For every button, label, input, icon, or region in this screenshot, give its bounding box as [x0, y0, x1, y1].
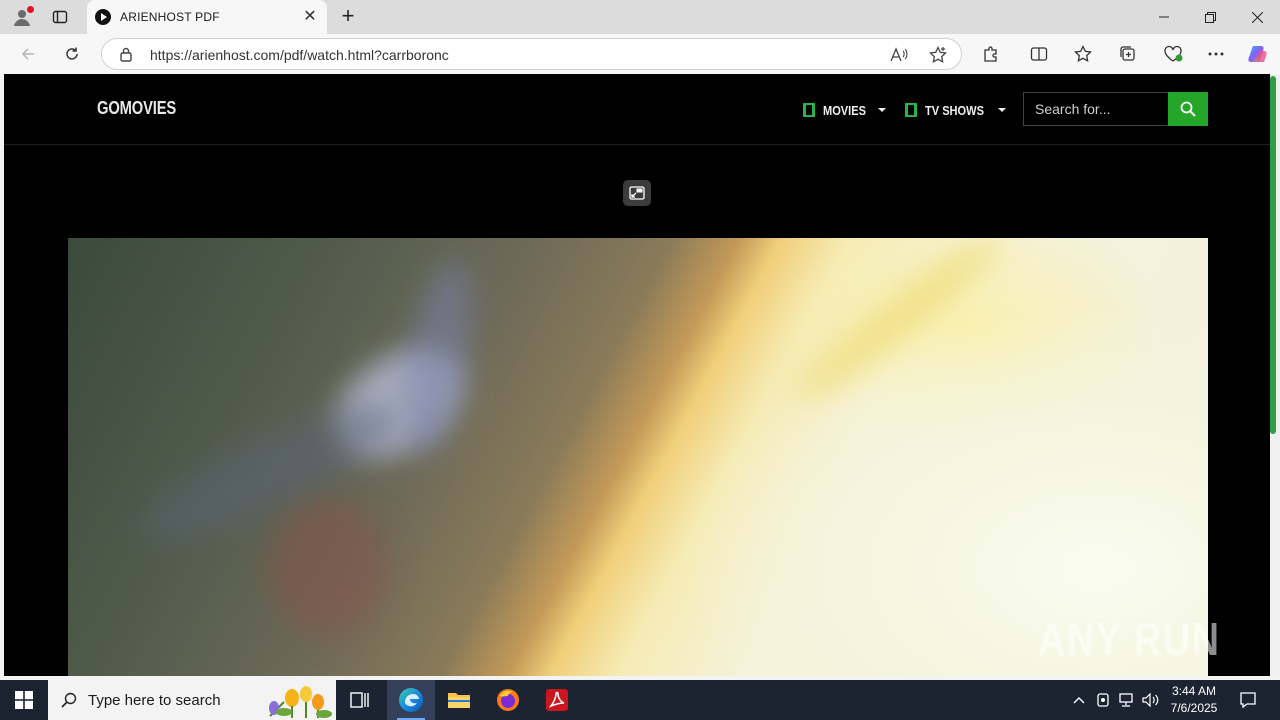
- nav-movies-label: MOVIES: [823, 102, 866, 118]
- profile-button[interactable]: [8, 4, 36, 30]
- new-tab-button[interactable]: +: [336, 5, 360, 29]
- clock-date: 7/6/2025: [1170, 701, 1218, 715]
- tray-device-icon[interactable]: [1093, 690, 1113, 710]
- notification-center-button[interactable]: [1236, 688, 1260, 712]
- read-aloud-icon[interactable]: [887, 43, 911, 67]
- heart-pulse-icon: [1164, 45, 1183, 62]
- site-header: GOMOVIES MOVIES TV SHOWS: [4, 74, 1270, 145]
- back-button[interactable]: [13, 39, 43, 69]
- split-screen-icon: [1030, 47, 1048, 61]
- fullscreen-toggle-button[interactable]: [623, 180, 651, 206]
- search-icon: [1180, 101, 1196, 117]
- flowers-highlight-icon: [269, 686, 332, 718]
- caret-down-icon: [877, 108, 886, 112]
- anyrun-watermark: ANY RUN: [1038, 613, 1221, 665]
- folder-icon: [448, 693, 470, 708]
- taskbar-edge[interactable]: [387, 680, 435, 720]
- favorites-star-icon: [1074, 45, 1092, 63]
- favorites-button[interactable]: [1068, 39, 1098, 69]
- minimize-icon: [1159, 16, 1169, 18]
- site-search-button[interactable]: [1168, 92, 1208, 126]
- search-icon: [61, 692, 77, 708]
- site-logo[interactable]: GOMOVIES: [97, 98, 176, 119]
- scrollbar-thumb[interactable]: [1270, 76, 1276, 434]
- close-window-button[interactable]: [1234, 0, 1280, 34]
- tab-actions-button[interactable]: [46, 4, 74, 30]
- caret-down-icon: [998, 108, 1007, 112]
- browser-toolbar: https://arienhost.com/pdf/watch.html?car…: [0, 34, 1280, 74]
- refresh-button[interactable]: [57, 39, 87, 69]
- back-arrow-icon: [21, 48, 34, 60]
- task-view-button[interactable]: [336, 680, 384, 720]
- restore-icon: [1204, 11, 1216, 23]
- firefox-icon: [497, 689, 519, 711]
- collections-button[interactable]: [1113, 39, 1143, 69]
- extensions-button[interactable]: [976, 39, 1006, 69]
- tab-strip: ARIENHOST PDF ✕ +: [0, 0, 1280, 34]
- puzzle-icon: [984, 46, 997, 62]
- site-search-input[interactable]: [1023, 92, 1169, 126]
- tab-close-icon[interactable]: ✕: [301, 8, 319, 26]
- address-bar[interactable]: https://arienhost.com/pdf/watch.html?car…: [101, 38, 962, 70]
- windows-taskbar: Type here to search 3:44 AM 7/6/2025: [0, 680, 1280, 720]
- tab-title: ARIENHOST PDF: [120, 10, 220, 24]
- video-player[interactable]: [68, 238, 1208, 676]
- task-view-icon: [350, 692, 369, 708]
- acrobat-icon: [546, 689, 568, 711]
- favorite-star-icon[interactable]: [926, 43, 950, 67]
- start-button[interactable]: [0, 680, 48, 720]
- restore-button[interactable]: [1187, 0, 1233, 34]
- taskbar-firefox[interactable]: [484, 680, 532, 720]
- taskbar-search-box[interactable]: Type here to search: [48, 680, 336, 720]
- film-icon: [803, 103, 815, 117]
- taskbar-acrobat[interactable]: [533, 680, 581, 720]
- refresh-icon: [66, 47, 78, 60]
- video-blur-shape: [783, 238, 1013, 414]
- edge-icon: [399, 688, 423, 712]
- notification-icon: [1240, 692, 1256, 709]
- tray-overflow-chevron-icon[interactable]: [1069, 690, 1089, 710]
- windows-logo-icon: [15, 691, 33, 709]
- tab-actions-icon: [52, 10, 68, 24]
- nav-movies[interactable]: MOVIES: [803, 100, 886, 120]
- lock-icon[interactable]: [119, 46, 133, 62]
- taskbar-search-placeholder: Type here to search: [88, 692, 221, 709]
- close-icon: [1251, 11, 1263, 23]
- taskbar-file-explorer[interactable]: [435, 680, 483, 720]
- film-icon: [905, 103, 917, 117]
- notification-dot: [27, 6, 34, 13]
- active-tab[interactable]: ARIENHOST PDF ✕: [87, 0, 327, 34]
- copilot-icon: [1248, 46, 1267, 62]
- page-content: GOMOVIES MOVIES TV SHOWS ANY RUN: [4, 74, 1270, 676]
- browser-essentials-button[interactable]: [1158, 39, 1188, 69]
- nav-tv-shows-label: TV SHOWS: [925, 102, 984, 118]
- url-text[interactable]: https://arienhost.com/pdf/watch.html?car…: [150, 47, 449, 63]
- video-blur-shape: [268, 498, 388, 638]
- split-screen-button[interactable]: [1024, 39, 1054, 69]
- play-favicon-icon: [95, 9, 111, 25]
- nav-tv-shows[interactable]: TV SHOWS: [905, 100, 1007, 120]
- more-dots-icon: [1208, 52, 1224, 56]
- clock-time: 3:44 AM: [1171, 684, 1217, 698]
- collections-icon: [1120, 46, 1135, 61]
- tray-volume-icon[interactable]: [1141, 690, 1161, 710]
- tray-network-icon[interactable]: [1117, 690, 1137, 710]
- copilot-button[interactable]: [1243, 39, 1273, 69]
- taskbar-clock[interactable]: 3:44 AM 7/6/2025: [1160, 683, 1228, 717]
- settings-menu-button[interactable]: [1201, 39, 1231, 69]
- exit-fullscreen-icon: [629, 186, 645, 200]
- minimize-button[interactable]: [1141, 0, 1187, 34]
